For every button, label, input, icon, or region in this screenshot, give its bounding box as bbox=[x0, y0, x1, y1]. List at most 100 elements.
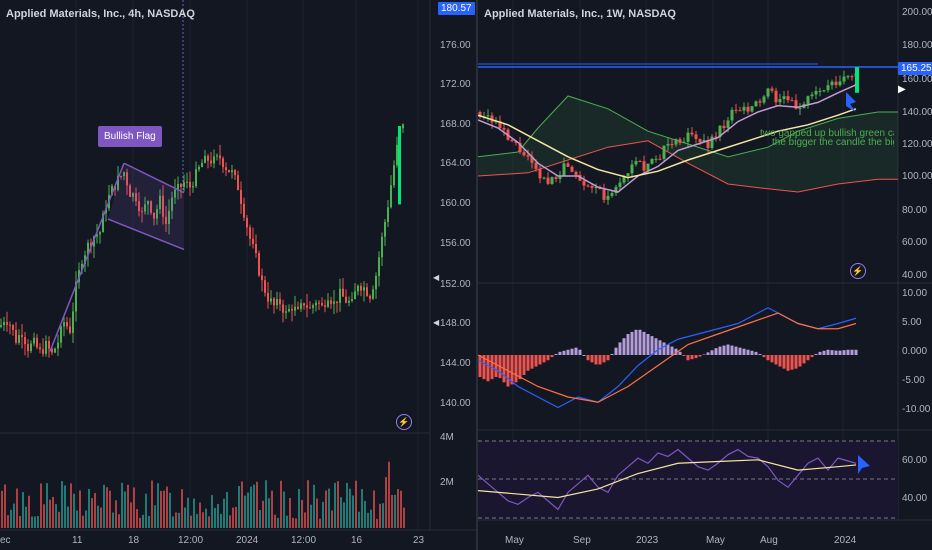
candle-body bbox=[189, 181, 191, 188]
macd-histogram-bar bbox=[694, 355, 698, 359]
volume-bar bbox=[379, 503, 381, 528]
volume-bar bbox=[124, 491, 126, 528]
candle-body bbox=[327, 300, 329, 307]
candle-body bbox=[66, 322, 68, 327]
volume-bar bbox=[106, 487, 108, 528]
candle-body bbox=[722, 125, 726, 129]
macd-histogram-bar bbox=[662, 342, 666, 355]
candle-body bbox=[798, 108, 802, 110]
volume-bar bbox=[247, 492, 249, 528]
macd-histogram-bar bbox=[686, 355, 690, 361]
chevron-right-icon[interactable]: ▶ bbox=[898, 84, 906, 95]
macd-histogram-bar bbox=[818, 351, 822, 355]
candle-body bbox=[710, 136, 714, 149]
candle-body bbox=[261, 275, 263, 281]
left-bolt-icon[interactable]: ⚡ bbox=[396, 414, 412, 430]
candle-body bbox=[782, 96, 786, 99]
volume-bar bbox=[259, 510, 261, 528]
volume-bar bbox=[268, 498, 270, 528]
candle-body bbox=[566, 163, 570, 167]
macd-histogram-bar bbox=[550, 355, 554, 358]
candle-body bbox=[39, 347, 41, 350]
candle-body bbox=[276, 298, 278, 306]
volume-bar bbox=[385, 477, 387, 528]
green-annotation-line2[interactable]: the bigger the candle the bigg bbox=[772, 137, 894, 148]
candle-body bbox=[766, 88, 770, 97]
candle-body bbox=[387, 207, 389, 222]
candle-body bbox=[267, 292, 269, 302]
macd-histogram-bar bbox=[698, 355, 702, 357]
right-bolt-icon[interactable]: ⚡ bbox=[850, 263, 866, 279]
macd-histogram-bar bbox=[742, 348, 746, 355]
candle-body bbox=[45, 341, 47, 354]
left-time-tick: 23 bbox=[413, 535, 425, 546]
macd-histogram-bar bbox=[778, 355, 782, 367]
candle-body bbox=[546, 177, 550, 184]
bullish-flag-label[interactable]: Bullish Flag bbox=[98, 126, 162, 147]
macd-histogram-bar bbox=[834, 350, 838, 355]
candle-body bbox=[522, 152, 526, 156]
candle-body bbox=[678, 139, 682, 143]
left-volume-tick: 4M bbox=[440, 432, 454, 443]
candle-body bbox=[255, 243, 257, 254]
right-price-tick: 200.00 bbox=[902, 7, 932, 18]
volume-bar bbox=[28, 495, 30, 528]
candle-body bbox=[550, 177, 554, 184]
macd-histogram-bar bbox=[526, 355, 530, 371]
macd-histogram-bar bbox=[754, 351, 758, 355]
candle-body bbox=[219, 155, 221, 159]
candle-body bbox=[249, 227, 251, 239]
left-price-tick: 172.00 bbox=[440, 79, 471, 90]
macd-histogram-bar bbox=[734, 346, 738, 355]
macd-histogram-bar bbox=[758, 353, 762, 355]
macd-histogram-bar bbox=[738, 347, 742, 355]
candle-body bbox=[258, 253, 260, 276]
candle-body bbox=[279, 298, 281, 305]
left-price-tick: 168.00 bbox=[440, 119, 471, 130]
candle-body bbox=[826, 85, 830, 91]
macd-histogram-bar bbox=[562, 350, 566, 355]
rsi-band bbox=[478, 441, 898, 519]
macd-histogram-bar bbox=[726, 344, 730, 355]
candle-body bbox=[375, 275, 377, 290]
volume-bar bbox=[7, 515, 9, 528]
volume-bar bbox=[85, 510, 87, 528]
macd-histogram-bar bbox=[598, 355, 602, 365]
left-price-tick: 148.00 bbox=[440, 318, 471, 329]
volume-bar bbox=[76, 510, 78, 528]
macd-histogram-bar bbox=[714, 348, 718, 355]
candle-body bbox=[48, 341, 50, 349]
candle-body bbox=[228, 170, 230, 173]
candle-body bbox=[390, 185, 392, 208]
volume-bar bbox=[31, 516, 33, 528]
volume-bar bbox=[331, 510, 333, 528]
candle-body bbox=[99, 232, 101, 235]
macd-histogram-bar bbox=[786, 355, 790, 371]
macd-histogram-bar bbox=[574, 347, 578, 355]
volume-bar bbox=[208, 516, 210, 528]
candle-body bbox=[574, 171, 578, 175]
volume-bar bbox=[163, 490, 165, 528]
macd-histogram-bar bbox=[558, 351, 562, 355]
candle-body bbox=[231, 170, 233, 173]
volume-bar bbox=[88, 488, 90, 528]
left-axis-marker-icon[interactable]: ◀ bbox=[433, 273, 439, 282]
volume-bar bbox=[223, 498, 225, 528]
volume-bar bbox=[205, 508, 207, 528]
volume-bar bbox=[172, 516, 174, 528]
candle-body bbox=[246, 217, 248, 228]
candle-body bbox=[746, 106, 750, 112]
candle-body bbox=[27, 344, 29, 352]
candle-body bbox=[180, 183, 182, 187]
candle-body bbox=[213, 156, 215, 164]
volume-bar bbox=[313, 484, 315, 528]
macd-histogram-bar bbox=[582, 355, 586, 356]
left-chart-panel[interactable] bbox=[0, 0, 476, 550]
volume-bar bbox=[355, 480, 357, 528]
volume-bar bbox=[55, 504, 57, 528]
volume-bar bbox=[4, 484, 6, 528]
candle-body bbox=[357, 285, 359, 292]
candle-body bbox=[602, 189, 606, 200]
left-axis-marker-icon[interactable]: ◀ bbox=[433, 318, 439, 327]
macd-histogram-bar bbox=[790, 355, 794, 370]
